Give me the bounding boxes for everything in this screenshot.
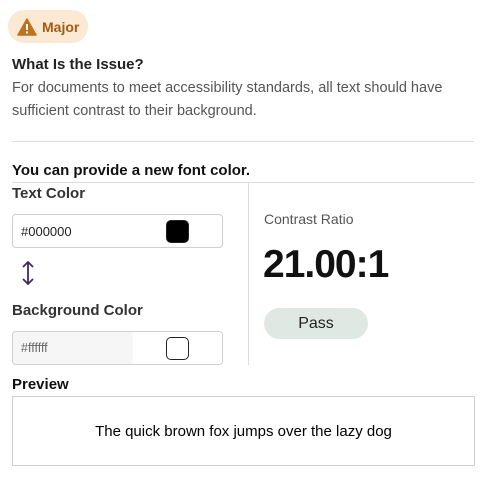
severity-label: Major — [42, 18, 80, 35]
section-divider — [12, 182, 474, 183]
text-color-swatch[interactable] — [166, 220, 189, 243]
text-color-value-area[interactable]: #000000 — [13, 215, 133, 247]
text-color-label: Text Color — [12, 185, 86, 202]
background-color-label: Background Color — [12, 302, 143, 319]
background-color-value-area[interactable]: #ffffff — [13, 332, 133, 364]
background-color-value: #ffffff — [21, 341, 48, 355]
contrast-status-badge: Pass — [264, 308, 368, 339]
preview-text: The quick brown fox jumps over the lazy … — [95, 422, 392, 440]
swap-vertical-arrow-icon[interactable] — [20, 259, 36, 292]
text-color-value: #000000 — [21, 223, 72, 239]
text-color-input[interactable]: #000000 — [12, 214, 223, 248]
issue-title: What Is the Issue? — [12, 56, 144, 73]
contrast-ratio-label: Contrast Ratio — [264, 211, 354, 227]
issue-description: For documents to meet accessibility stan… — [12, 80, 443, 119]
contrast-ratio-value: 21.00:1 — [263, 243, 389, 286]
section-divider — [12, 141, 474, 142]
fix-title: You can provide a new font color. — [12, 162, 251, 179]
preview-box: The quick brown fox jumps over the lazy … — [12, 396, 475, 466]
background-color-swatch[interactable] — [166, 337, 189, 360]
warning-triangle-icon — [17, 17, 37, 36]
background-color-input[interactable]: #ffffff — [12, 331, 223, 365]
severity-badge: Major — [8, 10, 88, 43]
column-divider — [248, 183, 249, 365]
preview-label: Preview — [12, 376, 69, 393]
